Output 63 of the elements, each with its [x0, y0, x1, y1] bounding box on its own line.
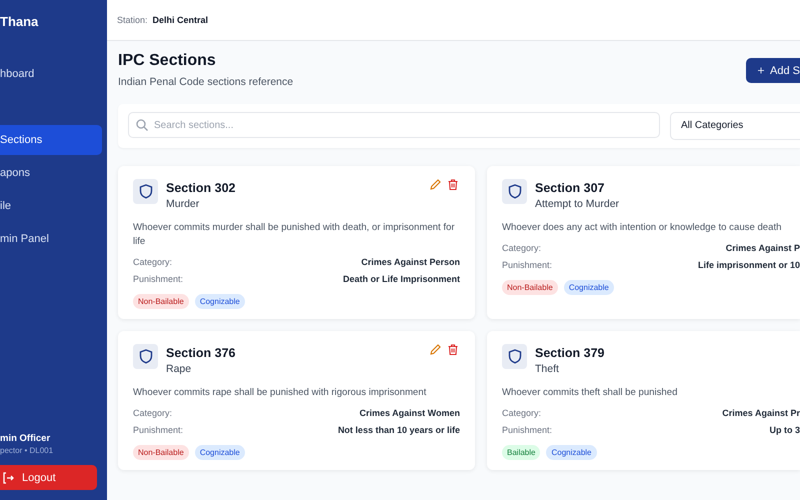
shield-icon [133, 344, 158, 369]
section-number: Section 302 [166, 181, 236, 195]
user-role: pector • DL001 [0, 446, 54, 455]
section-number: Section 379 [535, 346, 606, 360]
pencil-icon[interactable] [430, 179, 441, 190]
app-brand: Thana [0, 13, 40, 31]
punishment-label: Punishment: [133, 274, 184, 284]
station-name: Delhi Central [152, 15, 208, 25]
punishment-value: Life imprisonment or 10 [698, 260, 800, 270]
category-value: Crimes Against P [726, 242, 800, 253]
status-tag: Cognizable [564, 280, 614, 295]
section-number: Section 307 [535, 181, 606, 195]
section-description: Whoever does any act with intention or knowledge to cause death [502, 221, 782, 235]
nav-item[interactable]: min Panel [0, 224, 102, 254]
status-tag: Non-Bailable [502, 280, 558, 295]
section-description: Whoever commits theft shall be punished [502, 386, 678, 400]
nav-item[interactable]: Sections [0, 124, 102, 154]
category-value: Crimes Against Women [359, 408, 460, 418]
punishment-value: Up to 3 [770, 424, 800, 435]
page-subtitle: Indian Penal Code sections reference [118, 76, 294, 88]
status-tag: Cognizable [546, 444, 596, 460]
pencil-icon[interactable] [430, 344, 441, 355]
section-name: Theft [535, 362, 560, 375]
nav-item[interactable]: hboard [0, 58, 102, 88]
logout-button[interactable]: Logout [0, 465, 97, 490]
station-label: Station: [117, 15, 148, 25]
section-name: Rape [166, 362, 192, 375]
status-tag: Cognizable [194, 294, 245, 309]
plus-icon [758, 65, 764, 76]
status-tag: Bailable [502, 444, 540, 460]
nav-item[interactable]: apons [0, 158, 102, 188]
search-field[interactable]: Search sections... [128, 112, 660, 138]
status-tag: Cognizable [194, 444, 245, 460]
nav-item[interactable]: ile [0, 190, 102, 220]
category-dropdown[interactable]: All Categories [670, 112, 800, 140]
page-title: IPC Sections [118, 52, 217, 70]
section-name: Attempt to Murder [535, 198, 620, 210]
punishment-label: Punishment: [502, 260, 552, 270]
section-description: Whoever commits murder shall be punished with death, or imprisonment for life [133, 221, 456, 249]
category-label: Category: [502, 242, 542, 253]
search-icon [136, 119, 148, 131]
punishment-label: Punishment: [133, 424, 184, 435]
user-name: min Officer [0, 433, 52, 444]
status-tag: Non-Bailable [133, 444, 189, 460]
section-number: Section 376 [166, 346, 236, 360]
category-value: Crimes Against Pr [722, 408, 800, 418]
trash-icon[interactable] [448, 179, 458, 190]
status-tag: Non-Bailable [133, 294, 189, 309]
shield-icon [502, 344, 527, 369]
punishment-label: Punishment: [502, 424, 552, 435]
section-description: Whoever commits rape shall be punished with rigorous imprisonment [133, 386, 428, 400]
add-section-button[interactable]: Add S [746, 58, 800, 83]
shield-icon [502, 179, 527, 204]
punishment-value: Not less than 10 years or life [338, 424, 460, 435]
category-label: Category: [502, 408, 542, 418]
logout-icon [2, 472, 14, 484]
section-name: Murder [166, 198, 200, 210]
trash-icon[interactable] [448, 344, 458, 355]
category-label: Category: [133, 408, 172, 418]
category-label: Category: [133, 256, 172, 267]
category-value: Crimes Against Person [361, 256, 460, 267]
shield-icon [133, 179, 158, 204]
punishment-value: Death or Life Imprisonment [342, 274, 460, 284]
